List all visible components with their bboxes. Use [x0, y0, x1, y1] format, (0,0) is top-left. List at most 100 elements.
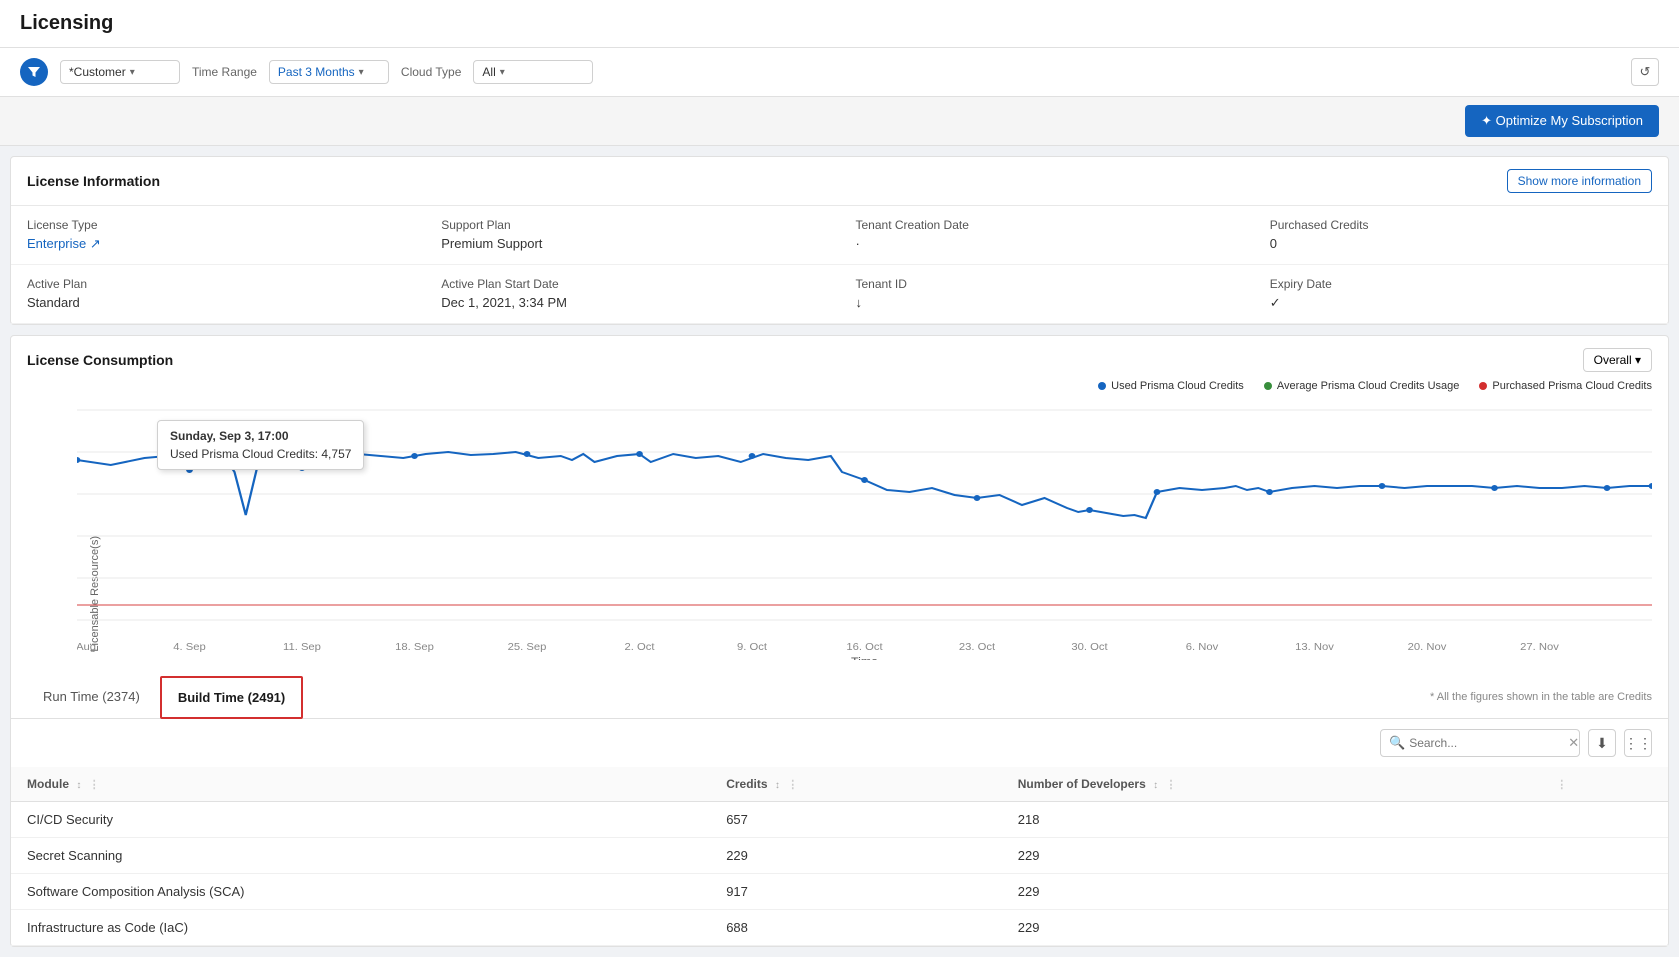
table-toolbar: 🔍 ✕ ⬇ ⋮⋮	[11, 719, 1668, 767]
active-plan-label: Active Plan	[27, 277, 409, 291]
legend-purchased: Purchased Prisma Cloud Credits	[1479, 380, 1652, 392]
credits-cell: 688	[710, 910, 1002, 946]
active-plan-start-label: Active Plan Start Date	[441, 277, 823, 291]
customer-label: *Customer	[69, 65, 126, 79]
reset-icon: ↺	[1640, 64, 1651, 80]
svg-text:28. Aug: 28. Aug	[77, 642, 96, 653]
reset-button[interactable]: ↺	[1631, 58, 1659, 86]
extra-column-header: ⋮	[1536, 767, 1668, 802]
tenant-creation-value: ·	[856, 236, 1238, 251]
svg-text:23. Oct: 23. Oct	[959, 642, 995, 653]
svg-text:27. Nov: 27. Nov	[1520, 642, 1559, 653]
table-row: Secret Scanning 229 229	[11, 838, 1668, 874]
developers-cell: 218	[1002, 802, 1537, 838]
license-consumption-section: License Consumption Overall ▾ Used Prism…	[10, 335, 1669, 947]
developers-cell: 229	[1002, 910, 1537, 946]
chart-wrap: Licensable Resource(s) Sunday, Sep 3, 17…	[77, 400, 1652, 660]
search-box[interactable]: 🔍 ✕	[1380, 729, 1580, 757]
chart-container: Licensable Resource(s) Sunday, Sep 3, 17…	[11, 400, 1668, 676]
toolbar: *Customer ▾ Time Range Past 3 Months ▾ C…	[0, 48, 1679, 97]
module-cell: Secret Scanning	[11, 838, 710, 874]
run-time-tab[interactable]: Run Time (2374)	[27, 677, 156, 718]
extra-col-resize[interactable]: ⋮	[1556, 779, 1567, 791]
cloud-type-caret: ▾	[500, 67, 505, 78]
overall-button[interactable]: Overall ▾	[1583, 348, 1652, 372]
svg-text:Time: Time	[851, 656, 878, 660]
svg-text:16. Oct: 16. Oct	[846, 642, 882, 653]
tenant-id-cell: Tenant ID ↓	[840, 265, 1254, 324]
search-clear-icon[interactable]: ✕	[1568, 735, 1579, 751]
credits-col-resize[interactable]: ⋮	[787, 779, 798, 791]
developers-col-resize[interactable]: ⋮	[1165, 779, 1176, 791]
module-sort-icon[interactable]: ↕	[76, 780, 81, 791]
tabs-row: Run Time (2374) Build Time (2491) * All …	[11, 676, 1668, 719]
svg-text:25. Sep: 25. Sep	[508, 642, 547, 653]
credits-cell: 229	[710, 838, 1002, 874]
license-information-section: License Information Show more informatio…	[10, 156, 1669, 325]
module-column-header: Module ↕ ⋮	[11, 767, 710, 802]
legend-average: Average Prisma Cloud Credits Usage	[1264, 380, 1460, 392]
time-range-label: Time Range	[192, 65, 257, 79]
purchased-credits-legend-label: Purchased Prisma Cloud Credits	[1492, 380, 1652, 392]
columns-button[interactable]: ⋮⋮	[1624, 729, 1652, 757]
table-row: Software Composition Analysis (SCA) 917 …	[11, 874, 1668, 910]
support-plan-label: Support Plan	[441, 218, 823, 232]
svg-text:18. Sep: 18. Sep	[395, 642, 434, 653]
cloud-type-value: All	[482, 65, 495, 79]
table-row: Infrastructure as Code (IaC) 688 229	[11, 910, 1668, 946]
license-type-value: Enterprise ↗	[27, 236, 409, 252]
enterprise-link[interactable]: Enterprise ↗	[27, 236, 101, 251]
svg-text:6. Nov: 6. Nov	[1186, 642, 1219, 653]
chart-title: License Consumption	[27, 352, 173, 368]
show-more-link[interactable]: Show more information	[1507, 169, 1652, 193]
build-time-tab[interactable]: Build Time (2491)	[160, 676, 303, 719]
active-plan-start-value: Dec 1, 2021, 3:34 PM	[441, 295, 823, 310]
customer-caret: ▾	[130, 67, 135, 78]
svg-text:2. Oct: 2. Oct	[625, 642, 655, 653]
tenant-id-label: Tenant ID	[856, 277, 1238, 291]
license-info-title: License Information	[27, 173, 160, 189]
svg-text:20. Nov: 20. Nov	[1408, 642, 1447, 653]
license-info-grid: License Type Enterprise ↗ Support Plan P…	[11, 206, 1668, 324]
tooltip-title: Sunday, Sep 3, 17:00	[170, 429, 351, 443]
expiry-date-label: Expiry Date	[1270, 277, 1652, 291]
data-table: Module ↕ ⋮ Credits ↕ ⋮ Number of Develop…	[11, 767, 1668, 946]
credits-sort-icon[interactable]: ↕	[775, 780, 780, 791]
extra-cell	[1536, 802, 1668, 838]
cloud-type-select[interactable]: All ▾	[473, 60, 593, 84]
svg-text:30. Oct: 30. Oct	[1071, 642, 1107, 653]
module-cell: Software Composition Analysis (SCA)	[11, 874, 710, 910]
module-cell: Infrastructure as Code (IaC)	[11, 910, 710, 946]
customer-select[interactable]: *Customer ▾	[60, 60, 180, 84]
avg-credits-legend-dot	[1264, 382, 1272, 390]
developers-sort-icon[interactable]: ↕	[1153, 780, 1158, 791]
active-plan-start-cell: Active Plan Start Date Dec 1, 2021, 3:34…	[425, 265, 839, 324]
table-row: CI/CD Security 657 218	[11, 802, 1668, 838]
extra-cell	[1536, 910, 1668, 946]
used-credits-legend-dot	[1098, 382, 1106, 390]
tenant-creation-cell: Tenant Creation Date ·	[840, 206, 1254, 265]
page-header: Licensing	[0, 0, 1679, 48]
support-plan-cell: Support Plan Premium Support	[425, 206, 839, 265]
avg-credits-legend-label: Average Prisma Cloud Credits Usage	[1277, 380, 1460, 392]
extra-cell	[1536, 838, 1668, 874]
optimize-subscription-button[interactable]: ✦ Optimize My Subscription	[1465, 105, 1659, 137]
credits-cell: 917	[710, 874, 1002, 910]
support-plan-value: Premium Support	[441, 236, 823, 251]
download-button[interactable]: ⬇	[1588, 729, 1616, 757]
filter-icon[interactable]	[20, 58, 48, 86]
purchased-credits-legend-dot	[1479, 382, 1487, 390]
developers-column-header: Number of Developers ↕ ⋮	[1002, 767, 1537, 802]
module-cell: CI/CD Security	[11, 802, 710, 838]
expiry-date-value: ✓	[1270, 295, 1652, 311]
columns-icon: ⋮⋮	[1624, 735, 1652, 752]
tabs-note: * All the figures shown in the table are…	[1430, 691, 1652, 703]
search-input[interactable]	[1409, 736, 1564, 750]
chart-tooltip: Sunday, Sep 3, 17:00 Used Prisma Cloud C…	[157, 420, 364, 470]
time-range-value: Past 3 Months	[278, 65, 355, 79]
svg-text:11. Sep: 11. Sep	[283, 642, 321, 653]
developers-cell: 229	[1002, 838, 1537, 874]
active-plan-cell: Active Plan Standard	[11, 265, 425, 324]
module-col-resize[interactable]: ⋮	[89, 779, 100, 791]
time-range-select[interactable]: Past 3 Months ▾	[269, 60, 389, 84]
